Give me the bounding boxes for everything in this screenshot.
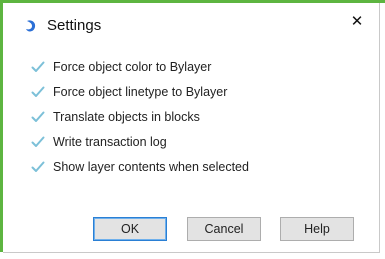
option-label: Force object color to Bylayer	[53, 60, 212, 74]
settings-app-icon	[26, 20, 36, 32]
dialog-title: Settings	[47, 17, 102, 34]
settings-dialog: Settings ✕ Force object color to Bylayer…	[3, 3, 380, 253]
help-button[interactable]: Help	[280, 217, 354, 241]
option-label: Write transaction log	[53, 135, 167, 149]
ok-button[interactable]: OK	[93, 217, 167, 241]
checkmark-icon[interactable]	[31, 86, 45, 98]
option-label: Show layer contents when selected	[53, 160, 249, 174]
checkmark-icon[interactable]	[31, 61, 45, 73]
checkmark-icon[interactable]	[31, 136, 45, 148]
checkmark-icon[interactable]	[31, 161, 45, 173]
option-label: Translate objects in blocks	[53, 110, 200, 124]
title-bar[interactable]: Settings ✕	[3, 3, 379, 39]
option-label: Force object linetype to Bylayer	[53, 85, 228, 99]
checkmark-icon[interactable]	[31, 111, 45, 123]
close-icon[interactable]: ✕	[349, 13, 365, 29]
cancel-button[interactable]: Cancel	[187, 217, 261, 241]
